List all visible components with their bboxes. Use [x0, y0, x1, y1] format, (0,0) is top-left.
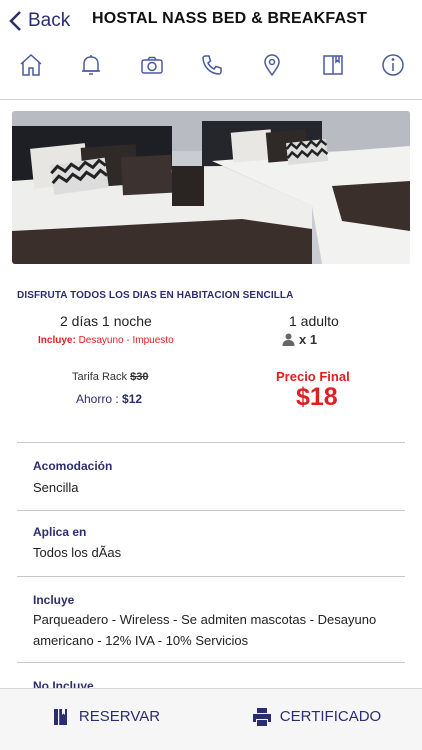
- reserve-button[interactable]: RESERVAR: [0, 689, 211, 750]
- includes-value: Desayuno - Impuesto: [78, 335, 174, 346]
- rack-rate: Tarifa Rack $30: [72, 371, 148, 383]
- stay-duration: 2 días 1 noche: [60, 313, 152, 329]
- nav-header: Back HOSTAL NASS BED & BREAKFAST: [0, 0, 422, 44]
- divider: [17, 576, 405, 577]
- chevron-left-icon: [9, 11, 21, 31]
- certificate-button[interactable]: CERTIFICADO: [211, 689, 422, 750]
- header-divider: [0, 99, 422, 100]
- printer-icon: [252, 707, 271, 726]
- section-text-accommodation: Sencilla: [33, 480, 79, 495]
- divider: [17, 510, 405, 511]
- section-text-applies: Todos los dÃas: [33, 545, 122, 560]
- final-price-label: Precio Final: [276, 369, 350, 384]
- savings-value: $12: [122, 392, 143, 406]
- back-button[interactable]: Back: [8, 10, 70, 32]
- offer-headline: DISFRUTA TODOS LOS DIAS EN HABITACION SE…: [17, 290, 294, 301]
- tab-notifications[interactable]: [76, 50, 106, 80]
- section-title-includes: Incluye: [33, 593, 75, 607]
- page-title: HOSTAL NASS BED & BREAKFAST: [92, 10, 368, 27]
- person-icon: [282, 333, 295, 346]
- back-label: Back: [28, 10, 71, 31]
- map-pin-icon: [264, 54, 281, 77]
- final-price: $18: [296, 383, 338, 411]
- bell-icon: [82, 55, 101, 75]
- tab-photos[interactable]: [137, 50, 167, 80]
- book-icon: [53, 708, 67, 725]
- savings: Ahorro : $12: [76, 392, 142, 406]
- guest-count: x 1: [282, 332, 317, 347]
- includes-label: Incluye:: [38, 335, 76, 346]
- room-photo: [12, 111, 410, 264]
- savings-label: Ahorro :: [76, 392, 119, 406]
- rack-price: $30: [130, 371, 149, 383]
- camera-icon: [140, 56, 163, 74]
- occupancy: 1 adulto: [289, 313, 339, 329]
- tab-home[interactable]: [16, 50, 46, 80]
- book-icon: [322, 55, 343, 75]
- tab-location[interactable]: [257, 50, 287, 80]
- divider: [17, 662, 405, 663]
- home-icon: [20, 53, 42, 76]
- info-icon: [382, 54, 404, 76]
- guest-count-value: x 1: [299, 332, 318, 347]
- bottom-action-bar: RESERVAR CERTIFICADO: [0, 688, 422, 750]
- divider: [17, 442, 405, 443]
- certificate-label: CERTIFICADO: [279, 708, 382, 725]
- phone-icon: [202, 55, 222, 75]
- offer-includes: Incluye: Desayuno - Impuesto: [38, 335, 174, 346]
- section-text-includes: Parqueadero - Wireless - Se admiten masc…: [33, 612, 377, 648]
- tab-call[interactable]: [197, 50, 227, 80]
- reserve-label: RESERVAR: [78, 708, 161, 725]
- section-title-applies: Aplica en: [33, 525, 87, 539]
- rack-label: Tarifa Rack: [72, 371, 128, 383]
- section-title-accommodation: Acomodación: [33, 459, 113, 473]
- tab-info[interactable]: [378, 50, 408, 80]
- tab-guide[interactable]: [318, 50, 348, 80]
- icon-tab-bar: [0, 50, 422, 94]
